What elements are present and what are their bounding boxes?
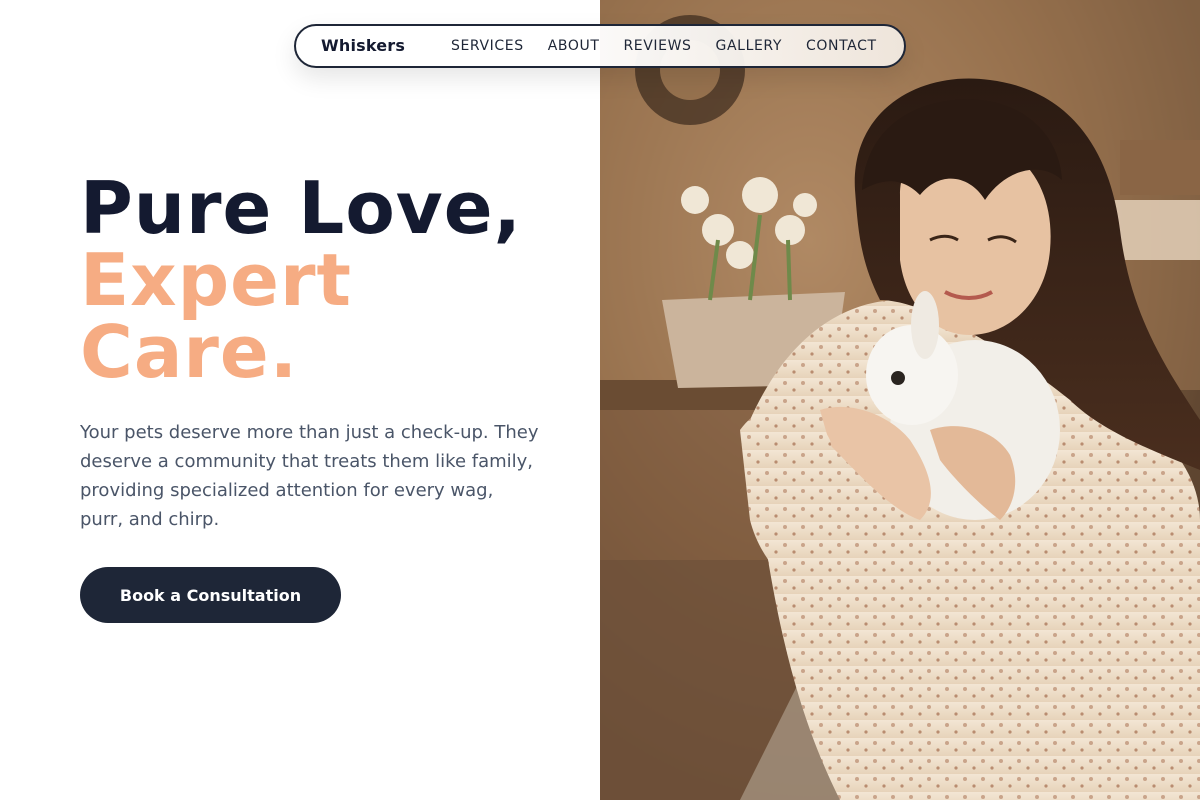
brand-logo[interactable]: Whiskers xyxy=(321,36,405,55)
landing-page: Pure Love, Expert Care. Your pets deserv… xyxy=(0,0,1200,800)
nav-link-services[interactable]: SERVICES xyxy=(451,38,524,54)
top-navigation: Whiskers SERVICES ABOUT REVIEWS GALLERY … xyxy=(294,24,906,68)
nav-link-gallery[interactable]: GALLERY xyxy=(716,38,782,54)
book-consultation-button[interactable]: Book a Consultation xyxy=(80,567,341,623)
nav-link-contact[interactable]: CONTACT xyxy=(806,38,877,54)
hero-title-line-1: Pure Love, xyxy=(80,166,522,250)
woman-with-rabbit-image xyxy=(600,0,1200,800)
hero-description: Your pets deserve more than just a check… xyxy=(80,422,539,530)
nav-link-about[interactable]: ABOUT xyxy=(548,38,600,54)
nav-links: SERVICES ABOUT REVIEWS GALLERY CONTACT xyxy=(451,38,877,54)
hero-title: Pure Love, Expert Care. xyxy=(80,172,522,388)
hero-photo xyxy=(600,0,1200,800)
hero-title-line-2: Expert xyxy=(80,238,352,322)
hero-section: Pure Love, Expert Care. Your pets deserv… xyxy=(0,0,600,800)
hero-title-line-3: Care. xyxy=(80,310,299,394)
nav-link-reviews[interactable]: REVIEWS xyxy=(623,38,691,54)
